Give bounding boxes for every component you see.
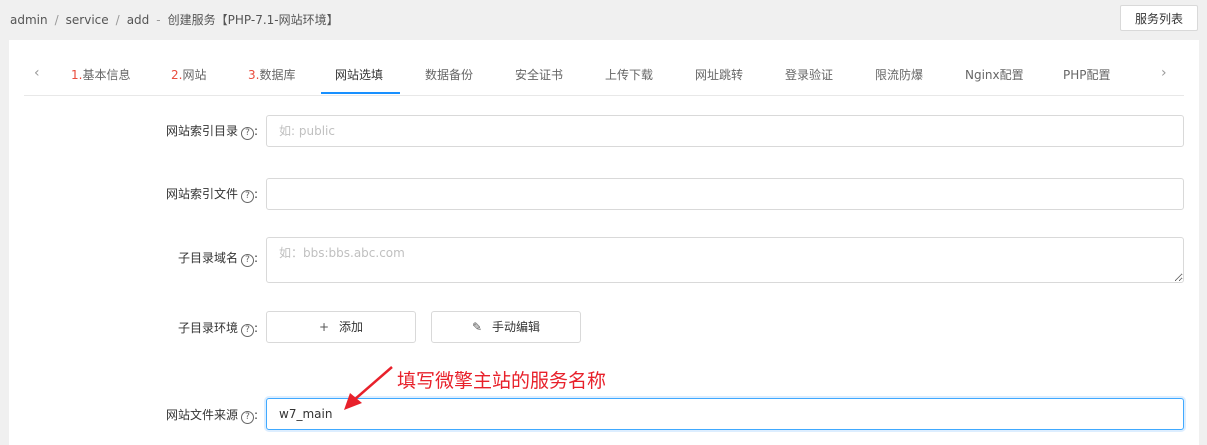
breadcrumb-service[interactable]: service [66, 13, 109, 27]
source-label: 网站文件来源?: [166, 408, 259, 424]
tab-scroll-right-icon[interactable]: › [1161, 65, 1167, 81]
breadcrumb-current: 创建服务【PHP-7.1-网站环境】 [167, 13, 339, 27]
active-tab-indicator [321, 92, 400, 94]
subdomain-textarea[interactable] [266, 237, 1184, 283]
tab-database[interactable]: 3.数据库 [248, 66, 295, 83]
service-list-button[interactable]: 服务列表 [1120, 5, 1198, 31]
subdomain-label: 子目录域名?: [178, 251, 259, 267]
tab-scroll-left-icon[interactable]: ‹ [34, 65, 40, 81]
index-file-label: 网站索引文件?: [166, 187, 259, 203]
help-icon[interactable]: ? [241, 127, 255, 140]
annotation-text: 填写微擎主站的服务名称 [397, 370, 607, 392]
tab-upload-download[interactable]: 上传下载 [605, 66, 653, 83]
tab-php-config[interactable]: PHP配置 [1063, 66, 1111, 83]
tab-bar: ‹ 1.基本信息 2.网站 3.数据库 网站选填 数据备份 安全证书 上传下载 … [24, 55, 1184, 96]
index-dir-input[interactable] [266, 115, 1184, 147]
help-icon[interactable]: ? [241, 324, 255, 337]
tab-basic-info[interactable]: 1.基本信息 [71, 66, 130, 83]
edit-icon: ✎ [471, 320, 483, 334]
manual-edit-button[interactable]: ✎ 手动编辑 [431, 311, 581, 343]
tab-rate-limit[interactable]: 限流防爆 [875, 66, 923, 83]
index-dir-label: 网站索引目录?: [166, 124, 259, 140]
tab-url-redirect[interactable]: 网址跳转 [695, 66, 743, 83]
subdir-env-label: 子目录环境?: [178, 321, 259, 337]
tab-login-auth[interactable]: 登录验证 [785, 66, 833, 83]
breadcrumb: admin / service / add - 创建服务【PHP-7.1-网站环境】 [10, 13, 339, 27]
add-env-button[interactable]: + 添加 [266, 311, 416, 343]
tab-ssl-certificate[interactable]: 安全证书 [515, 66, 563, 83]
help-icon[interactable]: ? [241, 190, 255, 203]
breadcrumb-add[interactable]: add [127, 13, 150, 27]
tab-website-optional[interactable]: 网站选填 [335, 66, 383, 83]
help-icon[interactable]: ? [241, 411, 255, 424]
help-icon[interactable]: ? [241, 254, 255, 267]
breadcrumb-admin[interactable]: admin [10, 13, 48, 27]
top-bar: admin / service / add - 创建服务【PHP-7.1-网站环境】 服务列… [0, 0, 1207, 38]
tab-nginx-config[interactable]: Nginx配置 [965, 66, 1024, 83]
tab-data-backup[interactable]: 数据备份 [425, 66, 473, 83]
index-file-input[interactable] [266, 178, 1184, 210]
plus-icon: + [318, 320, 330, 334]
tab-website[interactable]: 2.网站 [171, 66, 206, 83]
